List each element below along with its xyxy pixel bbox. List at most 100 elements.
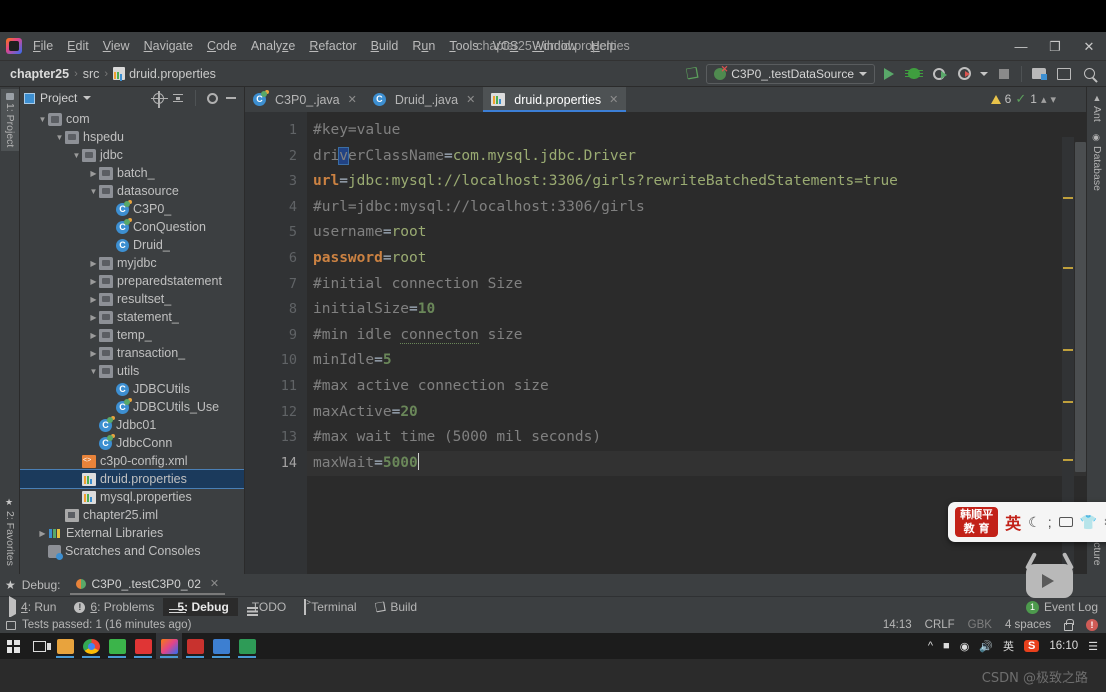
- sogou-icon[interactable]: S: [1024, 640, 1040, 652]
- code-line[interactable]: minIdle=5: [307, 348, 1086, 374]
- chevron-right-icon[interactable]: ▶: [88, 331, 99, 340]
- breadcrumb-src[interactable]: src: [83, 67, 100, 81]
- editor-tab[interactable]: C Druid_.java ✕: [365, 87, 483, 112]
- chevron-right-icon[interactable]: ▶: [88, 349, 99, 358]
- chevron-right-icon[interactable]: ▶: [88, 313, 99, 322]
- chevron-up-icon[interactable]: ▴: [1041, 93, 1047, 106]
- project-view-dropdown-icon[interactable]: [83, 96, 92, 100]
- volume-icon[interactable]: 🔊: [979, 640, 993, 653]
- tree-node[interactable]: C JdbcConn: [20, 433, 244, 452]
- stripe-mark[interactable]: [1063, 197, 1073, 199]
- editor-scrollbar-thumb[interactable]: [1075, 142, 1086, 472]
- stripe-mark[interactable]: [1063, 459, 1073, 461]
- chevron-down-icon[interactable]: ▼: [88, 367, 99, 376]
- close-icon[interactable]: ✕: [348, 93, 357, 106]
- tree-node[interactable]: C C3P0_: [20, 199, 244, 218]
- run-with-coverage-button[interactable]: [928, 63, 950, 85]
- editor-tab[interactable]: druid.properties ✕: [483, 87, 627, 112]
- taskbar-intellij-idea[interactable]: [156, 633, 182, 659]
- taskbar-file-explorer[interactable]: [52, 633, 78, 659]
- line-separator[interactable]: CRLF: [925, 619, 955, 631]
- menu-code[interactable]: Code: [200, 35, 244, 57]
- ime-floating-bar[interactable]: 韩顺平 教 育 英 ☾ ; 👕 ✂: [948, 502, 1106, 542]
- close-icon[interactable]: ✕: [466, 93, 475, 106]
- tool-window-button[interactable]: ! 6: Problems: [65, 598, 163, 616]
- stripe-mark[interactable]: [1063, 349, 1073, 351]
- code-line[interactable]: driverClassName=com.mysql.jdbc.Driver: [307, 144, 1086, 170]
- menu-file[interactable]: File: [26, 35, 60, 57]
- close-icon[interactable]: ✕: [609, 93, 618, 106]
- tree-node[interactable]: C JDBCUtils_Use: [20, 397, 244, 416]
- skin-icon[interactable]: 👕: [1080, 514, 1097, 531]
- code-line[interactable]: #url=jdbc:mysql://localhost:3306/girls: [307, 195, 1086, 221]
- build-hammer-icon[interactable]: ❑: [681, 63, 703, 85]
- profiler-dropdown-icon[interactable]: [978, 63, 990, 85]
- code-line[interactable]: #max active connection size: [307, 374, 1086, 400]
- collapse-all-icon[interactable]: [172, 93, 184, 104]
- tree-node[interactable]: C Jdbc01: [20, 415, 244, 434]
- code-line[interactable]: initialSize=10: [307, 297, 1086, 323]
- task-view-button[interactable]: [26, 633, 52, 659]
- code-line[interactable]: maxActive=20: [307, 400, 1086, 426]
- tree-node[interactable]: c3p0-config.xml: [20, 452, 244, 470]
- start-button[interactable]: [0, 633, 26, 659]
- event-log-button[interactable]: 1 Event Log: [1025, 600, 1106, 614]
- ime-mode-label[interactable]: 英: [1005, 510, 1021, 534]
- scroll-from-source-icon[interactable]: [151, 90, 168, 108]
- chevron-down-icon[interactable]: ▼: [37, 115, 48, 124]
- menu-refactor[interactable]: Refactor: [302, 35, 363, 57]
- hide-panel-icon[interactable]: [226, 97, 236, 99]
- tray-clock[interactable]: 16:10: [1049, 640, 1078, 652]
- menu-build[interactable]: Build: [364, 35, 406, 57]
- tree-node[interactable]: C JDBCUtils: [20, 380, 244, 398]
- menu-view[interactable]: View: [96, 35, 137, 57]
- chevron-down-icon[interactable]: ▼: [54, 133, 65, 142]
- menu-analyze[interactable]: Analyze: [244, 35, 302, 57]
- stripe-mark[interactable]: [1063, 401, 1073, 403]
- code-line[interactable]: maxWait=5000: [307, 450, 1086, 477]
- code-line[interactable]: #max wait time (5000 mil seconds): [307, 425, 1086, 451]
- minimize-button[interactable]: —: [1004, 32, 1038, 61]
- close-icon[interactable]: ✕: [210, 577, 219, 590]
- tree-node[interactable]: ▼ com: [20, 110, 244, 128]
- pin-star-icon[interactable]: ★: [5, 578, 16, 592]
- sidebar-tab-database[interactable]: ◉ Database: [1088, 129, 1106, 195]
- chevron-down-icon[interactable]: ▼: [71, 151, 82, 160]
- tree-node[interactable]: Scratches and Consoles: [20, 542, 244, 560]
- line-number[interactable]: 13: [245, 425, 307, 451]
- tree-node[interactable]: druid.properties: [20, 469, 244, 489]
- notification-icon[interactable]: ☰: [1088, 640, 1098, 653]
- debug-session-tab[interactable]: C3P0_.testC3P0_02 ✕: [70, 576, 226, 595]
- search-icon[interactable]: [1078, 63, 1100, 85]
- project-structure-icon[interactable]: [1028, 63, 1050, 85]
- taskbar-wps-writer[interactable]: [182, 633, 208, 659]
- run-button[interactable]: [878, 63, 900, 85]
- line-number[interactable]: 4: [245, 195, 307, 221]
- code-line[interactable]: #initial connection Size: [307, 272, 1086, 298]
- tool-window-button[interactable]: 4: Run: [0, 596, 65, 618]
- code-line[interactable]: #min idle connecton size: [307, 323, 1086, 349]
- moon-icon[interactable]: ☾: [1028, 514, 1041, 531]
- line-number[interactable]: 2: [245, 144, 307, 170]
- indent-setting[interactable]: 4 spaces: [1005, 619, 1051, 631]
- battery-icon[interactable]: ■: [943, 640, 950, 652]
- tree-node[interactable]: chapter25.iml: [20, 506, 244, 524]
- tool-window-button[interactable]: 5: Debug: [163, 598, 238, 616]
- line-number[interactable]: 12: [245, 400, 307, 426]
- tree-node[interactable]: ▶ temp_: [20, 326, 244, 344]
- line-number[interactable]: 11: [245, 374, 307, 400]
- line-number[interactable]: 8: [245, 297, 307, 323]
- taskbar-wechat[interactable]: [104, 633, 130, 659]
- tool-window-button[interactable]: Terminal: [295, 598, 365, 616]
- chevron-right-icon[interactable]: ▶: [37, 529, 48, 538]
- menu-edit[interactable]: Edit: [60, 35, 96, 57]
- inspection-widget[interactable]: 6 ✓ 1 ▴ ▾: [990, 91, 1056, 107]
- editor-tab[interactable]: C C3P0_.java ✕: [245, 87, 365, 112]
- profiler-button[interactable]: [953, 63, 975, 85]
- chevron-down-icon[interactable]: ▼: [88, 187, 99, 196]
- tree-node[interactable]: ▼ jdbc: [20, 146, 244, 164]
- line-number[interactable]: 14: [245, 451, 307, 477]
- line-number[interactable]: 5: [245, 220, 307, 246]
- tree-node[interactable]: ▼ utils: [20, 362, 244, 380]
- message-icon[interactable]: [6, 620, 16, 630]
